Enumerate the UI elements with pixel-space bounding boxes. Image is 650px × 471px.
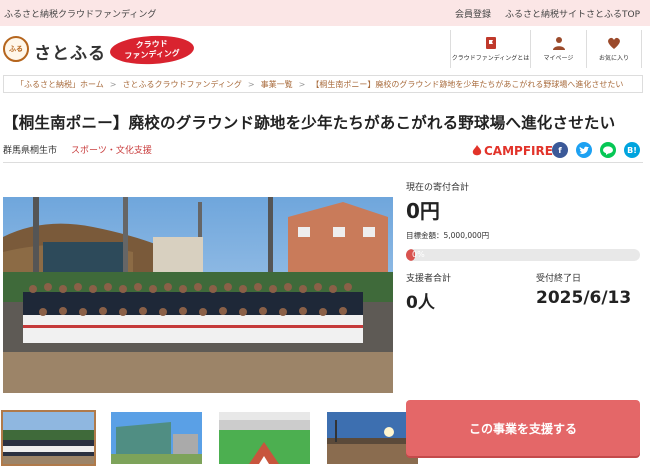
twitter-icon[interactable] <box>576 142 592 158</box>
support-project-button[interactable]: この事業を支援する <box>406 400 640 456</box>
user-icon <box>552 36 566 50</box>
supporters-block: 支援者合計 0人 <box>406 271 451 313</box>
heart-icon <box>607 36 621 50</box>
flame-icon <box>472 145 482 156</box>
breadcrumb-current: 【桐生南ポニー】廃校のグラウンド跡地を少年たちがあこがれる野球場へ進化させたい <box>311 79 624 89</box>
deadline-block: 受付終了日 2025/6/13 <box>536 271 631 308</box>
top-bar: ふるさと納税クラウドファンディング 会員登録 ふるさと納税サイトさとふるTOP <box>0 0 650 26</box>
breadcrumb-separator: > <box>247 79 255 89</box>
share-buttons: f B! <box>552 142 640 158</box>
nav-label: お気に入り <box>598 55 629 62</box>
crowdfunding-badge[interactable]: クラウド ファンディング <box>109 33 195 67</box>
campfire-label: CAMPFIRE <box>484 144 553 158</box>
breadcrumb-crowdfunding[interactable]: さとふるクラウドファンディング <box>122 79 241 90</box>
thumbnail-sunset-field[interactable] <box>327 412 418 464</box>
breadcrumb-home[interactable]: 「ふるさと納税」ホーム <box>16 79 104 90</box>
campfire-logo[interactable]: CAMPFIRE <box>472 144 553 158</box>
member-register-link[interactable]: 会員登録 <box>455 7 491 20</box>
breadcrumb-separator: > <box>109 79 117 89</box>
deadline-label: 受付終了日 <box>536 274 582 284</box>
divider <box>3 162 643 163</box>
site-header: ふる さとふる クラウド ファンディング クラウドファンディングとは マイページ… <box>0 26 650 72</box>
breadcrumb: 「ふるさと納税」ホーム > さとふるクラウドファンディング > 事業一覧 > 【… <box>3 75 643 93</box>
satofull-top-link[interactable]: ふるさと納税サイトさとふるTOP <box>505 7 640 20</box>
breadcrumb-separator: > <box>298 79 306 89</box>
goal-amount: 目標金額：5,000,000円 <box>406 231 490 240</box>
main-project-photo[interactable] <box>3 197 393 393</box>
team-photo-image <box>3 197 393 393</box>
nav-favorites[interactable]: お気に入り <box>586 30 642 68</box>
current-total-value: 0円 <box>406 199 440 223</box>
thumbnail-batting-cage[interactable] <box>111 412 202 464</box>
breadcrumb-projects[interactable]: 事業一覧 <box>261 79 293 90</box>
nav-label: マイページ <box>543 55 574 62</box>
line-icon[interactable] <box>600 142 616 158</box>
current-total-label: 現在の寄付合計 <box>406 183 470 193</box>
satofull-logo-icon[interactable]: ふる <box>3 36 29 62</box>
header-nav: クラウドファンディングとは マイページ お気に入り <box>450 30 642 68</box>
supporters-value: 0人 <box>406 293 435 313</box>
facebook-icon[interactable]: f <box>552 142 568 158</box>
logo-text[interactable]: さとふる <box>34 39 106 64</box>
project-category[interactable]: スポーツ・文化支援 <box>71 143 152 156</box>
flag-icon <box>484 36 498 50</box>
project-meta: 群馬県桐生市 スポーツ・文化支援 <box>3 143 152 156</box>
progress-percent: 0% <box>412 250 425 259</box>
thumbnail-team-photo[interactable] <box>1 410 96 466</box>
funding-stats: 現在の寄付合計 0円 目標金額：5,000,000円 <box>406 180 640 241</box>
deadline-value: 2025/6/13 <box>536 288 632 308</box>
page-title: 【桐生南ポニー】廃校のグラウンド跡地を少年たちがあこがれる野球場へ進化させたい <box>3 114 616 132</box>
hatena-icon[interactable]: B! <box>624 142 640 158</box>
nav-mypage[interactable]: マイページ <box>530 30 586 68</box>
nav-about-crowdfunding[interactable]: クラウドファンディングとは <box>450 30 530 68</box>
photo-thumbnails <box>1 410 418 466</box>
project-location[interactable]: 群馬県桐生市 <box>3 143 57 156</box>
site-label: ふるさと納税クラウドファンディング <box>4 10 157 20</box>
thumbnail-indoor-field[interactable] <box>219 412 310 464</box>
supporters-label: 支援者合計 <box>406 274 452 284</box>
progress-bar: 0% <box>406 249 640 261</box>
nav-label: クラウドファンディングとは <box>451 55 530 62</box>
